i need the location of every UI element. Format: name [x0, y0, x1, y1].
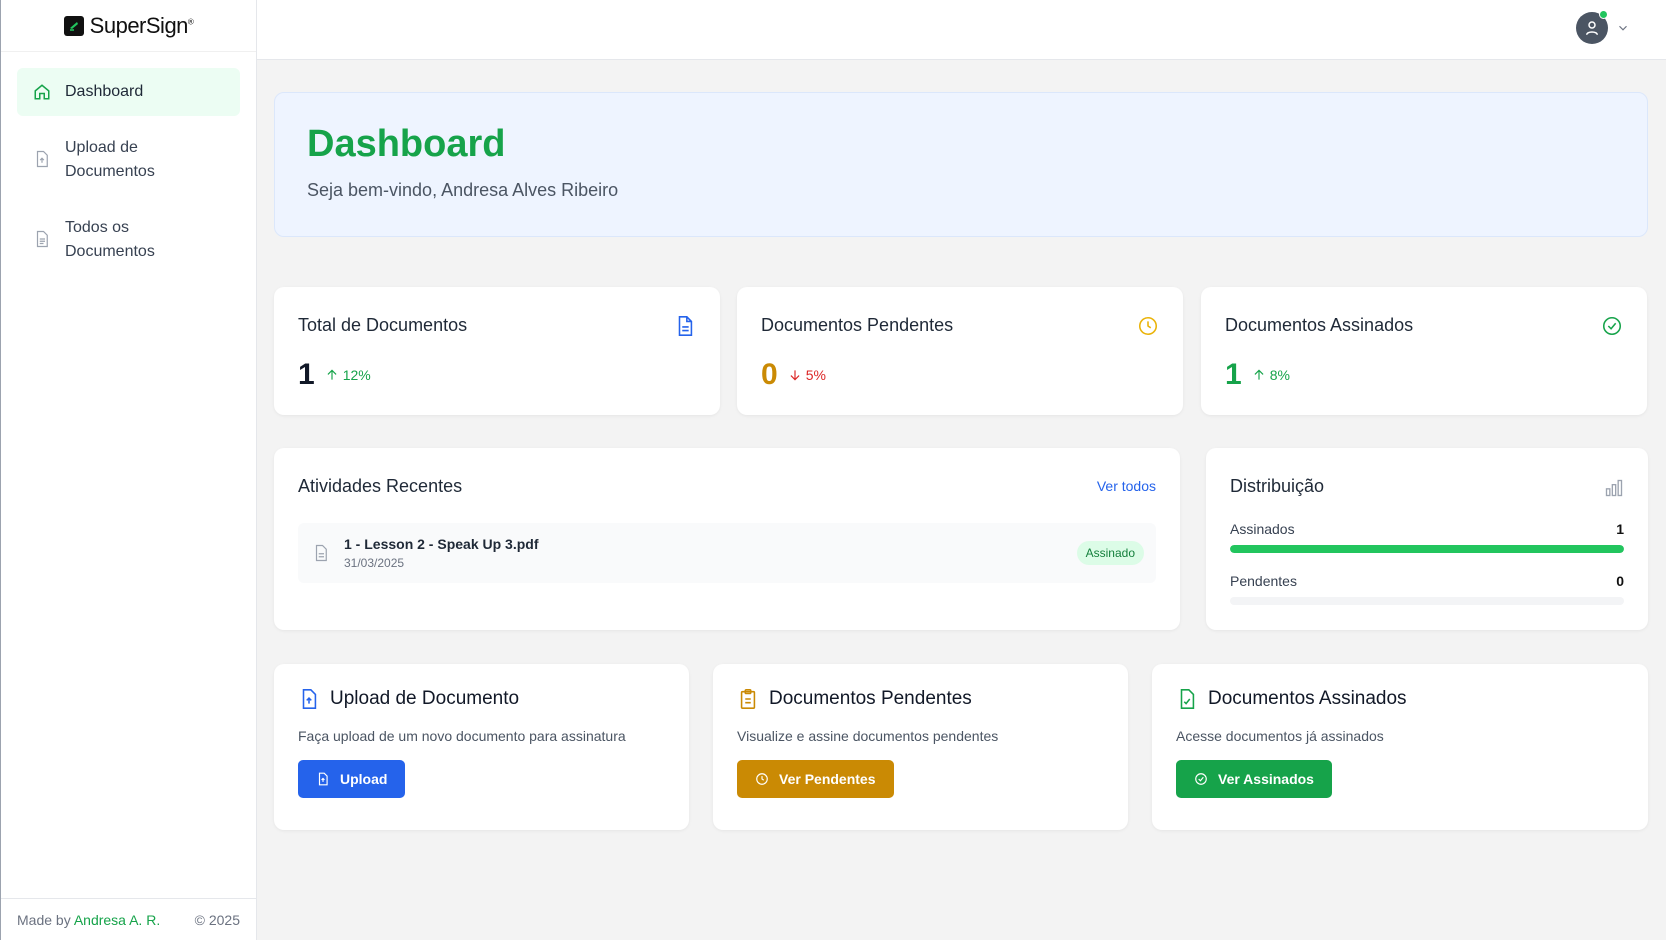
stat-value: 0	[761, 358, 778, 391]
logo[interactable]: SuperSign®	[1, 0, 256, 52]
arrow-up-icon	[327, 369, 337, 380]
distribution-row-signed: Assinados 1	[1230, 521, 1624, 537]
author-link[interactable]: Andresa A. R.	[74, 912, 160, 928]
distribution-row-pending: Pendentes 0	[1230, 573, 1624, 589]
clock-icon	[1138, 316, 1158, 336]
view-pending-button[interactable]: Ver Pendentes	[737, 760, 894, 798]
file-upload-icon	[318, 772, 328, 786]
logo-text: SuperSign®	[89, 12, 194, 38]
sidebar-item-upload[interactable]: Upload de Documentos	[17, 124, 240, 196]
upload-button[interactable]: Upload	[298, 760, 406, 798]
stat-card-signed: Documentos Assinados 1 8%	[1201, 287, 1647, 415]
topbar	[257, 0, 1666, 60]
sidebar-nav: Dashboard Upload de Documentos Todos os …	[1, 52, 256, 300]
clipboard-icon	[740, 689, 756, 709]
list-item[interactable]: 1 - Lesson 2 - Speak Up 3.pdf 31/03/2025…	[298, 523, 1156, 583]
sidebar-item-label: Upload de Documentos	[65, 139, 155, 180]
chevron-down-icon[interactable]	[1616, 21, 1630, 35]
stat-title: Documentos Assinados	[1225, 315, 1414, 335]
document-name: 1 - Lesson 2 - Speak Up 3.pdf	[344, 536, 539, 552]
status-badge: Assinado	[1076, 541, 1144, 565]
user-menu[interactable]	[1576, 10, 1630, 44]
view-all-link[interactable]: Ver todos	[1097, 478, 1156, 494]
distribution-card: Distribuição Assinados 1 Pendentes 0	[1206, 448, 1648, 630]
distribution-label: Assinados	[1230, 521, 1295, 537]
document-icon	[678, 316, 693, 336]
recent-activity-card: Atividades Recentes Ver todos 1 - Lesson…	[274, 448, 1180, 630]
action-description: Faça upload de um novo documento para as…	[298, 728, 626, 744]
made-by-text: Made by Andresa A. R.	[17, 911, 161, 928]
avatar[interactable]	[1576, 10, 1608, 44]
sidebar-item-label: Todos os Documentos	[65, 219, 155, 260]
main-content: Dashboard Seja bem-vindo, Andresa Alves …	[274, 92, 1648, 830]
progress-bar-pending	[1230, 597, 1624, 605]
action-description: Acesse documentos já assinados	[1176, 728, 1384, 744]
stat-title: Total de Documentos	[298, 315, 468, 335]
bar-chart-icon	[1605, 479, 1623, 497]
copyright-text: © 2025	[194, 911, 240, 928]
file-upload-icon	[302, 689, 317, 709]
file-icon	[315, 544, 327, 562]
stat-trend: 12%	[325, 367, 371, 383]
action-description: Visualize e assine documentos pendentes	[737, 728, 999, 744]
user-icon	[1586, 21, 1598, 35]
distribution-count: 0	[1616, 573, 1624, 589]
section-title: Atividades Recentes	[298, 476, 463, 496]
file-text-icon	[36, 230, 48, 248]
arrow-up-icon	[1254, 369, 1264, 380]
stat-card-total: Total de Documentos 1 12%	[274, 287, 720, 415]
sidebar: SuperSign® Dashboard Upload de Documento…	[0, 0, 257, 940]
stat-title: Documentos Pendentes	[761, 315, 954, 335]
action-title: Documentos Pendentes	[769, 688, 972, 709]
arrow-down-icon	[790, 370, 800, 381]
sidebar-footer: Made by Andresa A. R. © 2025	[1, 898, 256, 940]
action-card-pending: Documentos Pendentes Visualize e assine …	[713, 664, 1128, 830]
online-status-dot	[1599, 10, 1608, 19]
distribution-label: Pendentes	[1230, 573, 1297, 589]
sidebar-item-label: Dashboard	[65, 83, 144, 100]
action-card-upload: Upload de Documento Faça upload de um no…	[274, 664, 689, 830]
action-title: Documentos Assinados	[1208, 688, 1407, 709]
document-date: 31/03/2025	[344, 556, 405, 570]
clock-icon	[756, 773, 768, 785]
stat-trend: 8%	[1252, 367, 1290, 383]
welcome-banner: Dashboard Seja bem-vindo, Andresa Alves …	[274, 92, 1648, 237]
section-title: Distribuição	[1230, 476, 1325, 496]
stat-value: 1	[298, 358, 315, 391]
sidebar-item-all-documents[interactable]: Todos os Documentos	[17, 204, 240, 276]
action-title: Upload de Documento	[330, 688, 520, 709]
view-signed-button[interactable]: Ver Assinados	[1176, 760, 1332, 798]
logo-mark-icon	[63, 15, 84, 36]
distribution-count: 1	[1616, 521, 1624, 537]
progress-bar-signed	[1230, 545, 1624, 553]
file-upload-icon	[36, 150, 48, 168]
home-icon	[34, 84, 50, 100]
stat-value: 1	[1225, 358, 1242, 391]
check-circle-icon	[1195, 773, 1207, 785]
stat-card-pending: Documentos Pendentes 0 5%	[737, 287, 1183, 415]
check-circle-icon	[1602, 316, 1622, 336]
stat-trend: 5%	[788, 367, 826, 383]
welcome-message: Seja bem-vindo, Andresa Alves Ribeiro	[307, 180, 619, 200]
sidebar-item-dashboard[interactable]: Dashboard	[17, 68, 240, 116]
file-check-icon	[1180, 689, 1195, 709]
page-title: Dashboard	[307, 123, 506, 165]
action-card-signed: Documentos Assinados Acesse documentos j…	[1152, 664, 1648, 830]
progress-fill	[1230, 545, 1624, 553]
